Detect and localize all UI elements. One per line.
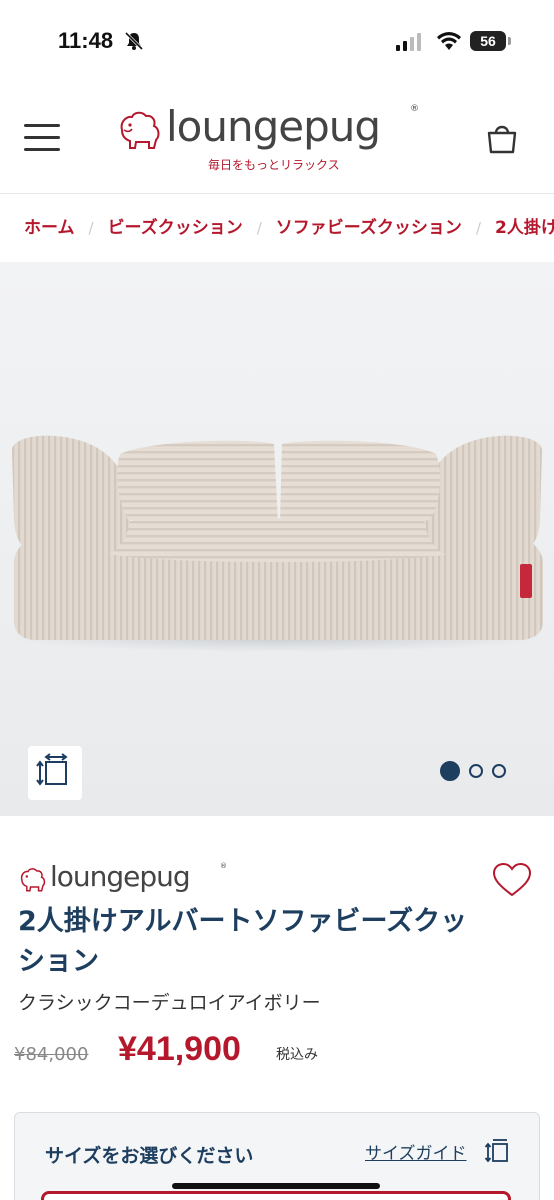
shopping-bag-icon[interactable] [484, 120, 520, 156]
breadcrumb-home[interactable]: ホーム [24, 194, 75, 262]
status-time: 11:48 [58, 28, 114, 53]
breadcrumb-bead-cushion[interactable]: ビーズクッション [108, 194, 243, 262]
logo-registered: ® [410, 104, 419, 114]
breadcrumb: ホーム / ビーズクッション / ソファビーズクッション / 2人掛けアルバートソファビーズ… [0, 194, 554, 262]
sale-price: ¥41,900 [118, 1030, 241, 1068]
brand-registered: ® [220, 862, 227, 870]
site-header: loungepug ® 毎日をもっとリラックス [0, 84, 554, 194]
breadcrumb-separator: / [475, 219, 481, 237]
home-indicator [172, 1183, 380, 1189]
original-price: ¥84,000 [14, 1044, 89, 1065]
heart-icon[interactable] [492, 862, 532, 898]
expand-icon [36, 753, 68, 786]
product-variant: クラシックコーデュロイアイボリー [18, 992, 321, 1014]
carousel-dots [440, 760, 515, 781]
logo-text: loungepug [166, 102, 381, 151]
carousel-dot-1[interactable] [440, 760, 460, 781]
wifi-icon [437, 32, 461, 50]
battery-indicator: 56 [470, 31, 511, 51]
breadcrumb-separator: / [88, 219, 94, 237]
bell-muted-icon [124, 31, 144, 51]
size-guide-icon[interactable] [483, 1137, 511, 1165]
size-selector-label: サイズをお選びください [45, 1145, 254, 1167]
status-bar: 11:48 56 [0, 0, 554, 84]
pug-logo-icon [20, 868, 46, 892]
product-image [7, 435, 547, 652]
site-logo[interactable]: loungepug ® 毎日をもっとリラックス [116, 102, 426, 172]
breadcrumb-sofa-bead-cushion[interactable]: ソファビーズクッション [276, 194, 462, 262]
carousel-dot-3[interactable] [492, 763, 506, 778]
breadcrumb-current: 2人掛けアルバートソファビーズクッション [495, 218, 554, 238]
logo-tagline: 毎日をもっとリラックス [208, 158, 340, 172]
brand-name: loungepug [50, 860, 191, 893]
size-guide-link[interactable]: サイズガイド [365, 1139, 467, 1164]
pug-logo-icon [120, 111, 160, 149]
breadcrumb-separator: / [256, 219, 262, 237]
cellular-signal-icon [396, 33, 421, 51]
zoom-button[interactable] [28, 746, 82, 800]
size-option[interactable] [41, 1191, 511, 1200]
menu-icon[interactable] [24, 124, 60, 152]
carousel-dot-2[interactable] [469, 763, 483, 778]
product-title: 2人掛けアルバートソファビーズクッション [18, 906, 468, 977]
product-image-gallery[interactable] [0, 262, 554, 816]
tax-note: 税込み [276, 1047, 318, 1063]
brand-logo: loungepug ® [18, 860, 238, 898]
